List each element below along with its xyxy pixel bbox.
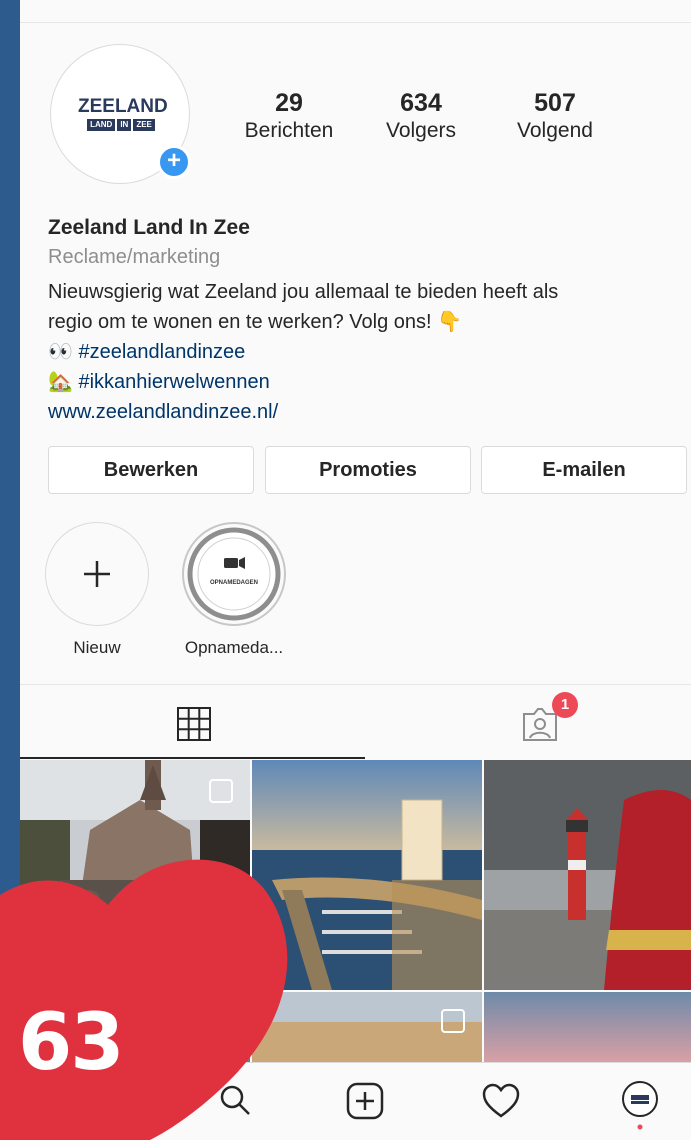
post-thumbnail-harbour[interactable]: [252, 760, 482, 990]
grid-icon[interactable]: [176, 706, 212, 742]
plus-icon: [84, 561, 110, 587]
stat-value: 507: [534, 89, 576, 117]
post-image: [252, 760, 482, 990]
post-thumbnail-market[interactable]: [20, 760, 250, 990]
add-post-icon[interactable]: [345, 1081, 385, 1121]
post-image: [20, 760, 250, 990]
profile-avatar-icon[interactable]: [620, 1079, 660, 1135]
stat-label: Volgers: [385, 119, 457, 142]
post-thumbnail-dunes[interactable]: [252, 992, 482, 1062]
stat-label: Volgend: [517, 119, 593, 142]
profile-bio: Nieuwsgierig wat Zeeland jou allemaal te…: [48, 277, 688, 427]
active-tab-indicator: [20, 757, 365, 759]
profile-category: Reclame/marketing: [48, 246, 221, 268]
stat-value: 634: [400, 89, 442, 117]
post-image: [484, 992, 691, 1062]
video-camera-icon: [224, 557, 245, 569]
hashtag-link[interactable]: #ikkanhierwelwennen: [78, 371, 269, 393]
post-image: [484, 760, 691, 990]
stat-followers[interactable]: 634 Volgers: [370, 88, 472, 144]
stat-following[interactable]: 507 Volgend: [502, 88, 608, 144]
promotions-button[interactable]: Promoties: [265, 446, 471, 494]
edit-profile-button[interactable]: Bewerken: [48, 446, 254, 494]
highlight-opnamedagen[interactable]: OPNAMEDAGEN: [182, 522, 286, 626]
logo-word: IN: [117, 119, 132, 131]
highlight-cover: OPNAMEDAGEN: [187, 527, 281, 621]
hashtag-link[interactable]: #zeelandlandinzee: [78, 341, 245, 363]
bio-line: regio om te wonen en te werken? Volg ons…: [48, 311, 463, 333]
post-thumbnail-lighthouse[interactable]: [484, 760, 691, 990]
highlight-label: Nieuw: [73, 638, 121, 657]
add-story-plus-icon[interactable]: +: [157, 145, 191, 179]
bio-hashtag-row: 👀 #zeelandlandinzee: [48, 337, 688, 367]
bio-hashtag-row: 🏡 #ikkanhierwelwennen: [48, 367, 688, 397]
stat-posts[interactable]: 29 Berichten: [234, 88, 344, 144]
logo-word: ZEE: [133, 119, 155, 131]
stat-value: 29: [275, 89, 303, 117]
highlight-label: Opnameda...: [184, 638, 284, 657]
post-thumbnail-sunset[interactable]: [484, 992, 691, 1062]
search-icon[interactable]: [216, 1081, 256, 1121]
tabs-divider: [20, 684, 691, 685]
profile-name: Zeeland Land In Zee: [48, 216, 250, 239]
like-count: 63: [18, 998, 125, 1088]
heart-icon[interactable]: [482, 1083, 520, 1119]
zeeland-logo: ZEELAND LAND IN ZEE: [78, 96, 168, 131]
instagram-profile-screen: ZEELAND LAND IN ZEE + 29 Berichten 634 V…: [20, 0, 691, 1140]
highlight-cover-text: OPNAMEDAGEN: [210, 580, 258, 586]
logo-word: LAND: [87, 119, 116, 131]
highlight-new[interactable]: [45, 522, 149, 626]
eyes-emoji-icon: 👀: [48, 341, 73, 363]
logo-main-text: ZEELAND: [78, 96, 168, 117]
tagged-notification-badge: 1: [552, 692, 578, 718]
website-link[interactable]: www.zeelandlandinzee.nl/: [48, 397, 688, 427]
logo-sub-row: LAND IN ZEE: [78, 119, 164, 131]
email-button[interactable]: E-mailen: [481, 446, 687, 494]
post-image: [252, 992, 482, 1062]
bio-line: Nieuwsgierig wat Zeeland jou allemaal te…: [48, 281, 559, 303]
status-bar-divider: [20, 22, 691, 23]
stat-label: Berichten: [244, 119, 334, 142]
house-emoji-icon: 🏡: [48, 371, 73, 393]
